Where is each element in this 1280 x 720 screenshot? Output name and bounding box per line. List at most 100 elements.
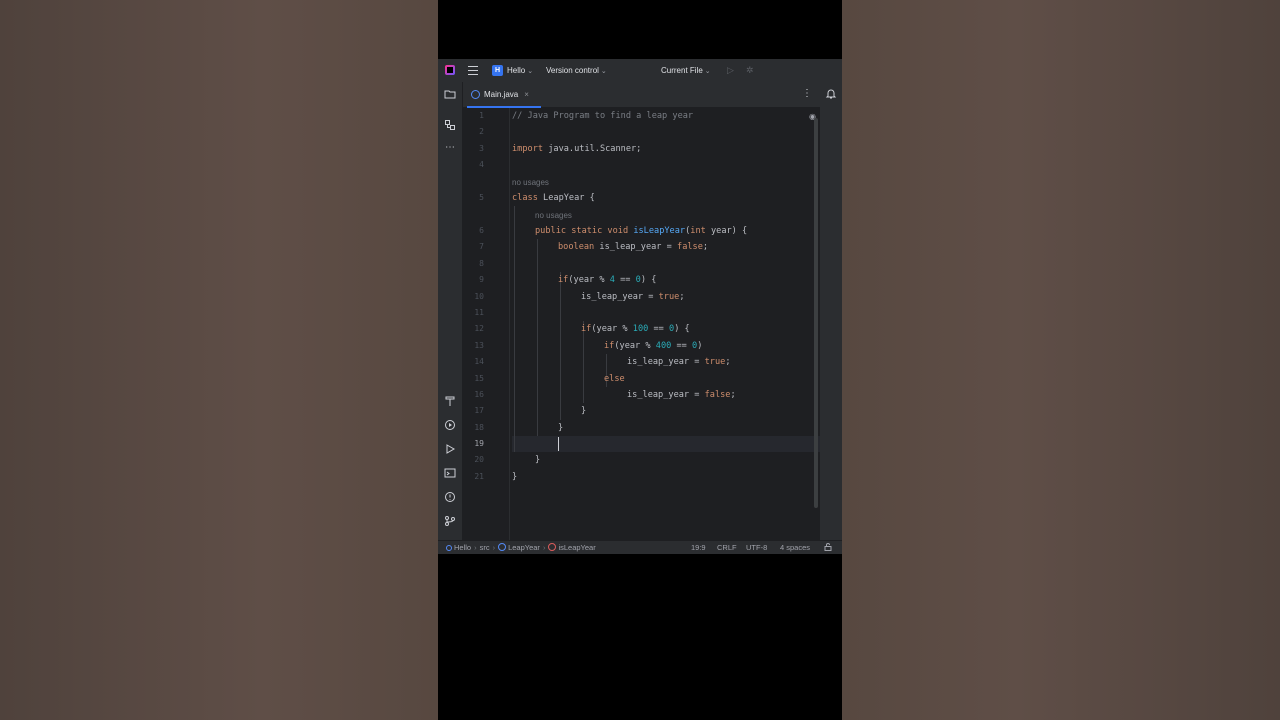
line-separator[interactable]: CRLF [717, 541, 737, 554]
run-tool-icon[interactable] [444, 443, 456, 455]
blurred-background-left [0, 0, 438, 720]
keyword: public static void [535, 226, 629, 236]
code-text: ; [679, 292, 685, 302]
keyword: true [658, 292, 680, 302]
line-number: 12 [474, 324, 484, 333]
ide-window: H Hello ⌄ Version control ⌄ Current File ⌄ … [438, 59, 842, 554]
usages-hint[interactable]: no usages [535, 209, 572, 223]
breadcrumb-class[interactable]: LeapYear [508, 543, 540, 552]
keyword: import [512, 144, 544, 154]
breadcrumb: Hello › src › LeapYear › isLeapYear [446, 541, 596, 554]
project-folder-icon[interactable] [444, 88, 456, 100]
line-number: 13 [474, 341, 484, 350]
keyword: true [704, 357, 726, 367]
code-area[interactable]: // Java Program to find a leap year impo… [512, 108, 820, 540]
code-text: year) { [705, 226, 748, 236]
breadcrumb-separator-icon: › [542, 543, 546, 552]
line-number: 2 [479, 127, 484, 136]
main-menu-icon[interactable] [468, 66, 478, 75]
debug-icon[interactable]: ✲ [746, 65, 754, 76]
keyword: else [604, 374, 625, 384]
code-line-5: class LeapYear { [512, 190, 595, 206]
breadcrumb-project[interactable]: Hello [454, 543, 471, 552]
code-text: ) { [640, 275, 657, 285]
text-caret [558, 437, 559, 451]
code-line-10: is_leap_year = true; [581, 289, 685, 305]
blurred-background-right [842, 0, 1280, 720]
number-literal: 400 [655, 341, 672, 351]
lock-icon[interactable] [824, 541, 832, 554]
code-line-6: public static void isLeapYear(int year) … [535, 223, 747, 239]
line-number: 10 [474, 292, 484, 301]
title-bar: H Hello ⌄ Version control ⌄ Current File ⌄ … [438, 59, 842, 82]
code-text: is_leap_year = [627, 390, 705, 400]
code-text: ; [702, 242, 709, 252]
indent-guide [514, 206, 515, 452]
intellij-logo-icon[interactable] [445, 65, 455, 75]
line-number: 1 [479, 111, 484, 120]
problems-icon[interactable] [444, 491, 456, 503]
code-line-7: boolean is_leap_year = false; [558, 239, 708, 255]
tab-label: Main.java [484, 90, 519, 99]
terminal-icon[interactable] [444, 467, 456, 479]
line-number: 14 [474, 357, 484, 366]
code-line-20: } [535, 452, 540, 468]
run-icon[interactable]: ▷ [727, 65, 734, 76]
left-tool-strip: ⋯ [438, 82, 463, 540]
code-text: (year % [568, 275, 610, 285]
comment: // Java Program to find a leap year [512, 111, 694, 121]
code-line-1: // Java Program to find a leap year [512, 108, 693, 124]
build-icon[interactable] [444, 395, 456, 407]
more-tools-icon[interactable]: ⋯ [444, 142, 456, 154]
number-literal: 100 [632, 324, 649, 334]
project-selector[interactable]: Hello ⌄ [507, 66, 533, 75]
tab-options-icon[interactable]: ⋮ [802, 88, 812, 99]
vertical-scrollbar[interactable] [814, 118, 818, 508]
breadcrumb-src[interactable]: src [480, 543, 490, 552]
line-number: 5 [479, 193, 484, 202]
code-line-18: } [558, 420, 563, 436]
code-text: == [671, 341, 692, 351]
line-number: 17 [474, 406, 484, 415]
class-icon [498, 543, 507, 551]
services-icon[interactable] [444, 419, 456, 431]
code-text: } [558, 423, 564, 433]
version-control-label: Version control [546, 66, 599, 75]
usages-hint[interactable]: no usages [512, 176, 549, 190]
breadcrumb-method[interactable]: isLeapYear [558, 543, 595, 552]
java-class-icon [471, 90, 480, 99]
run-config-selector[interactable]: Current File ⌄ [661, 66, 711, 75]
code-text: == [648, 324, 669, 334]
git-icon[interactable] [444, 515, 456, 527]
keyword: if [604, 341, 615, 351]
line-number: 21 [474, 472, 484, 481]
code-text: ) { [674, 324, 690, 334]
method-name: isLeapYear [633, 226, 686, 236]
keyword: if [581, 324, 592, 334]
structure-icon[interactable] [444, 119, 456, 131]
code-line-13: if(year % 400 == 0) [604, 338, 702, 354]
keyword: boolean [558, 242, 595, 252]
line-number: 4 [479, 160, 484, 169]
code-text: } [512, 472, 518, 482]
code-editor[interactable]: 1 2 3 4 5 6 7 8 9 10 11 12 13 14 15 16 1… [463, 108, 820, 540]
code-text: } [535, 455, 541, 465]
notifications-bell-icon[interactable] [825, 88, 837, 100]
caret-position[interactable]: 19:9 [691, 541, 706, 554]
code-line-16: is_leap_year = false; [627, 387, 736, 403]
project-badge: H [492, 65, 503, 76]
editor-tabs: Main.java × ⋮ [463, 82, 820, 108]
file-encoding[interactable]: UTF-8 [746, 541, 767, 554]
code-text: is_leap_year = [581, 292, 659, 302]
method-icon [548, 543, 557, 551]
keyword: false [677, 242, 703, 252]
close-tab-icon[interactable]: × [524, 90, 529, 99]
code-text: (year % [591, 324, 633, 334]
tab-main-java[interactable]: Main.java × [467, 82, 541, 108]
indent-setting[interactable]: 4 spaces [780, 541, 810, 554]
code-text: java.util.Scanner; [543, 144, 642, 154]
version-control-menu[interactable]: Version control ⌄ [546, 66, 607, 75]
video-frame: H Hello ⌄ Version control ⌄ Current File ⌄ … [438, 0, 842, 720]
keyword: false [704, 390, 731, 400]
run-config-label: Current File [661, 66, 703, 75]
